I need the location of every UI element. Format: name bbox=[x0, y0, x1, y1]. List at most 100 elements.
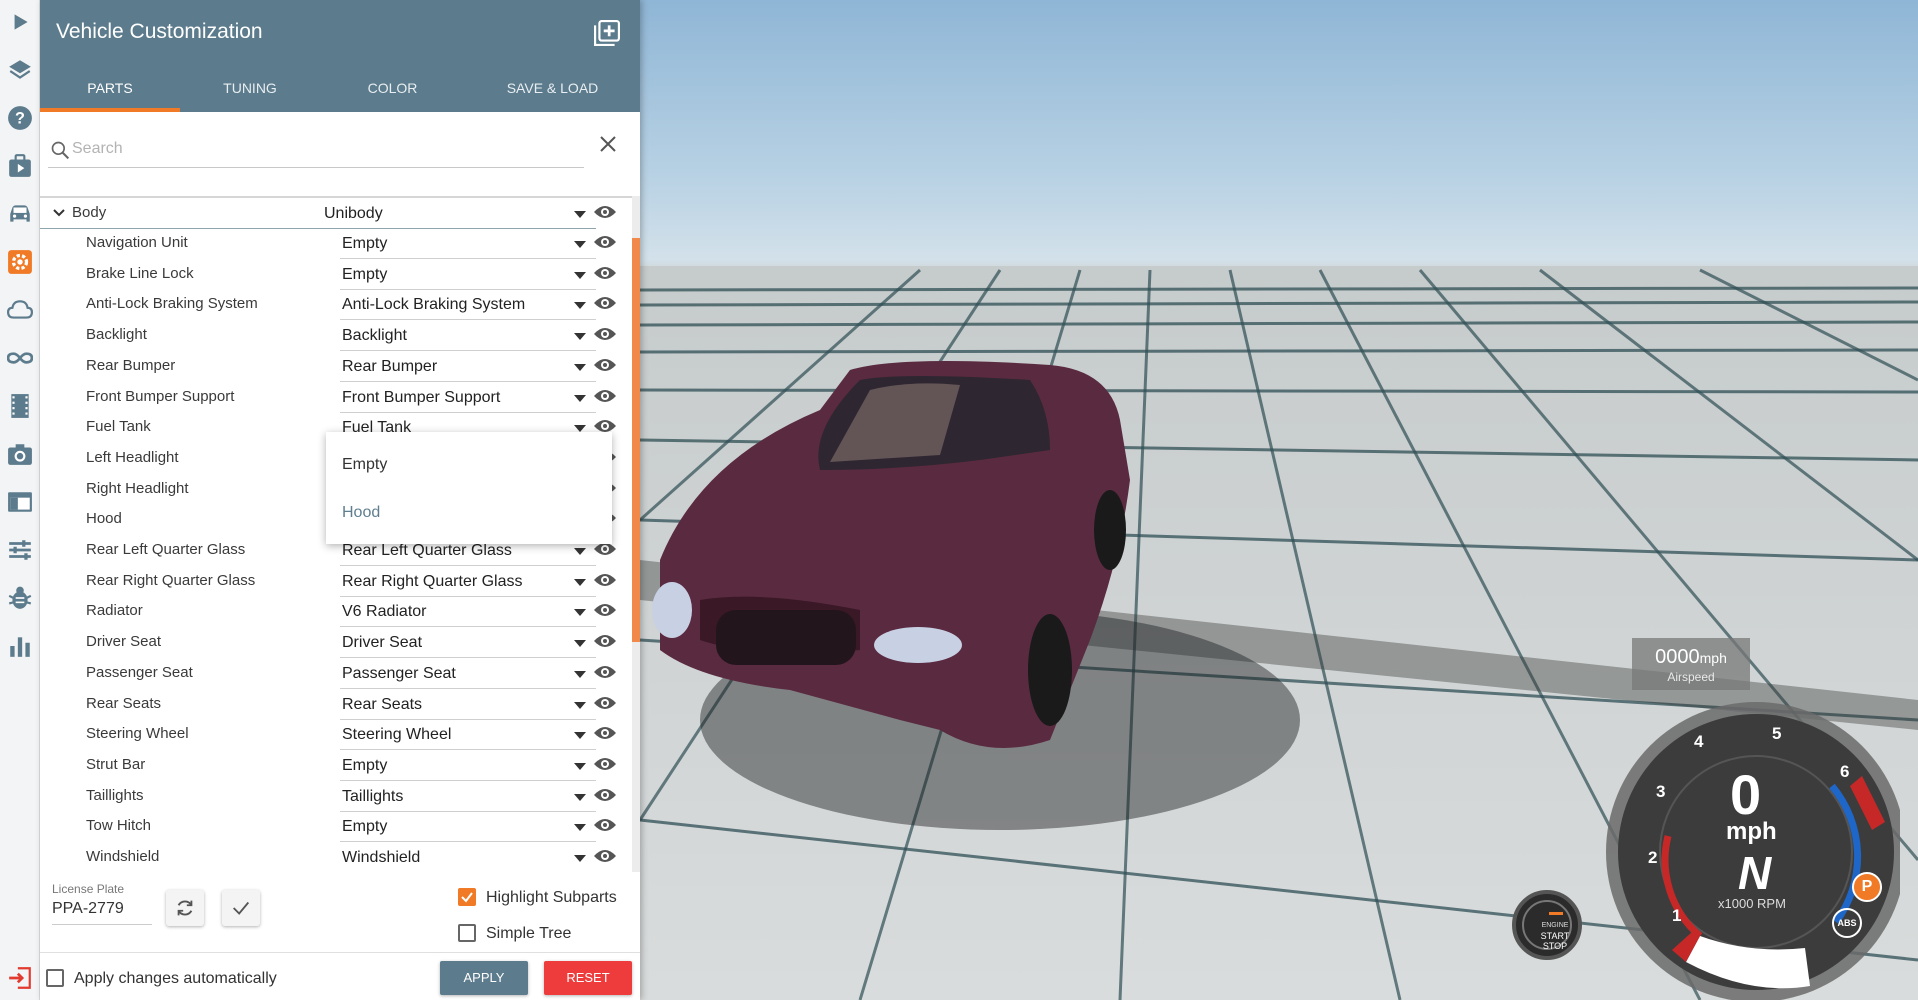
part-value[interactable]: Empty bbox=[342, 266, 387, 284]
dropdown-caret-icon[interactable] bbox=[574, 640, 586, 648]
tree-row[interactable]: Radiator V6 Radiator bbox=[40, 596, 630, 628]
part-value[interactable]: Anti-Lock Braking System bbox=[342, 296, 525, 314]
eye-icon[interactable] bbox=[593, 664, 617, 680]
eye-icon[interactable] bbox=[593, 817, 617, 833]
apply-plate-button[interactable] bbox=[222, 890, 260, 926]
eye-icon[interactable] bbox=[593, 234, 617, 250]
tree-row[interactable]: Taillights Taillights bbox=[40, 781, 630, 812]
tree-row[interactable]: Passenger Seat Passenger Seat bbox=[40, 658, 630, 689]
part-value[interactable]: Passenger Seat bbox=[342, 665, 456, 683]
tree-row[interactable]: Rear Bumper Rear Bumper bbox=[40, 351, 630, 382]
tree-row[interactable]: Tow Hitch Empty bbox=[40, 811, 630, 843]
dropdown-caret-icon[interactable] bbox=[574, 548, 586, 555]
tab-tuning[interactable]: TUNING bbox=[180, 70, 320, 112]
infinity-icon[interactable] bbox=[0, 338, 40, 378]
eye-icon[interactable] bbox=[593, 633, 617, 649]
tab-color[interactable]: COLOR bbox=[320, 70, 465, 112]
dropdown-caret-icon[interactable] bbox=[574, 701, 586, 709]
part-value[interactable]: Steering Wheel bbox=[342, 726, 451, 744]
tree-row[interactable]: Steering Wheel Steering Wheel bbox=[40, 719, 630, 751]
part-value[interactable]: Rear Right Quarter Glass bbox=[342, 573, 523, 591]
part-value[interactable]: Rear Seats bbox=[342, 696, 422, 714]
part-value[interactable]: Windshield bbox=[342, 849, 420, 867]
reset-button[interactable]: RESET bbox=[544, 961, 632, 995]
camera-icon[interactable] bbox=[0, 434, 40, 474]
eye-icon[interactable] bbox=[593, 725, 617, 741]
dropdown-caret-icon[interactable] bbox=[574, 271, 586, 279]
eye-icon[interactable] bbox=[593, 572, 617, 588]
tab-save-load[interactable]: SAVE & LOAD bbox=[465, 70, 640, 112]
scrollbar-thumb[interactable] bbox=[632, 238, 640, 642]
dropdown-caret-icon[interactable] bbox=[574, 241, 586, 248]
part-value[interactable]: Empty bbox=[342, 818, 387, 836]
layout-icon[interactable] bbox=[0, 482, 40, 522]
part-value[interactable]: Unibody bbox=[324, 205, 383, 223]
scrollbar[interactable] bbox=[632, 196, 640, 872]
dropdown-option-hood[interactable]: Hood bbox=[342, 504, 380, 522]
part-value[interactable]: Front Bumper Support bbox=[342, 389, 500, 407]
part-value[interactable]: Driver Seat bbox=[342, 634, 422, 652]
car-icon[interactable] bbox=[0, 194, 40, 234]
eye-icon[interactable] bbox=[593, 848, 617, 864]
bar-chart-icon[interactable] bbox=[0, 626, 40, 666]
dropdown-caret-icon[interactable] bbox=[574, 333, 586, 341]
dropdown-caret-icon[interactable] bbox=[574, 732, 586, 740]
tree-row[interactable]: Driver Seat Driver Seat bbox=[40, 627, 630, 659]
sliders-icon[interactable] bbox=[0, 530, 40, 570]
dropdown-caret-icon[interactable] bbox=[574, 670, 586, 678]
tree-row[interactable]: Rear Right Quarter Glass Rear Right Quart… bbox=[40, 566, 630, 597]
apply-button[interactable]: APPLY bbox=[440, 961, 528, 995]
dropdown-caret-icon[interactable] bbox=[574, 824, 586, 832]
tree-row[interactable]: Rear Seats Rear Seats bbox=[40, 689, 630, 720]
search-input[interactable] bbox=[72, 136, 552, 162]
add-config-icon[interactable] bbox=[594, 20, 620, 46]
eye-icon[interactable] bbox=[593, 265, 617, 281]
close-icon[interactable] bbox=[596, 132, 620, 156]
play-icon[interactable] bbox=[0, 2, 40, 42]
gear-icon[interactable] bbox=[0, 242, 40, 282]
tree-row[interactable]: Strut Bar Empty bbox=[40, 750, 630, 781]
cloud-icon[interactable] bbox=[0, 290, 40, 330]
eye-icon[interactable] bbox=[593, 326, 617, 342]
tree-row[interactable]: Brake Line Lock Empty bbox=[40, 259, 630, 290]
eye-icon[interactable] bbox=[593, 388, 617, 404]
tree-row-body[interactable]: Body Unibody bbox=[40, 198, 630, 229]
engine-start-stop-button[interactable]: ENGINE START STOP bbox=[1512, 890, 1582, 960]
part-value[interactable]: Taillights bbox=[342, 788, 403, 806]
dropdown-caret-icon[interactable] bbox=[574, 762, 586, 770]
film-icon[interactable] bbox=[0, 386, 40, 426]
tab-parts[interactable]: PARTS bbox=[40, 70, 180, 112]
eye-icon[interactable] bbox=[593, 756, 617, 772]
dropdown-caret-icon[interactable] bbox=[574, 211, 586, 218]
simple-tree-checkbox[interactable] bbox=[458, 924, 476, 942]
exit-icon[interactable] bbox=[0, 958, 40, 998]
dropdown-caret-icon[interactable] bbox=[574, 609, 586, 617]
chevron-down-icon[interactable] bbox=[52, 206, 66, 220]
part-value[interactable]: Backlight bbox=[342, 327, 407, 345]
dropdown-caret-icon[interactable] bbox=[574, 363, 586, 371]
tree-row[interactable]: Front Bumper Support Front Bumper Support bbox=[40, 382, 630, 413]
help-icon[interactable]: ? bbox=[0, 98, 40, 138]
eye-icon[interactable] bbox=[593, 357, 617, 373]
part-value[interactable]: Empty bbox=[342, 757, 387, 775]
randomize-plate-button[interactable] bbox=[166, 890, 204, 926]
eye-icon[interactable] bbox=[593, 295, 617, 311]
eye-icon[interactable] bbox=[593, 787, 617, 803]
scenario-icon[interactable] bbox=[0, 146, 40, 186]
part-value[interactable]: V6 Radiator bbox=[342, 603, 427, 621]
dropdown-caret-icon[interactable] bbox=[574, 578, 586, 586]
dropdown-caret-icon[interactable] bbox=[574, 793, 586, 801]
eye-icon[interactable] bbox=[593, 695, 617, 711]
tree-row[interactable]: Navigation Unit Empty bbox=[40, 228, 630, 259]
layers-icon[interactable] bbox=[0, 50, 40, 90]
dropdown-option-empty[interactable]: Empty bbox=[342, 456, 387, 474]
dropdown-caret-icon[interactable] bbox=[574, 394, 586, 402]
eye-icon[interactable] bbox=[593, 602, 617, 618]
part-value[interactable]: Rear Bumper bbox=[342, 358, 437, 376]
highlight-subparts-checkbox[interactable] bbox=[458, 888, 476, 906]
bug-icon[interactable] bbox=[0, 578, 40, 618]
tree-row[interactable]: Windshield Windshield bbox=[40, 842, 630, 872]
dropdown-caret-icon[interactable] bbox=[574, 855, 586, 862]
tree-row[interactable]: Anti-Lock Braking System Anti-Lock Brakin… bbox=[40, 289, 630, 321]
eye-icon[interactable] bbox=[593, 204, 617, 220]
